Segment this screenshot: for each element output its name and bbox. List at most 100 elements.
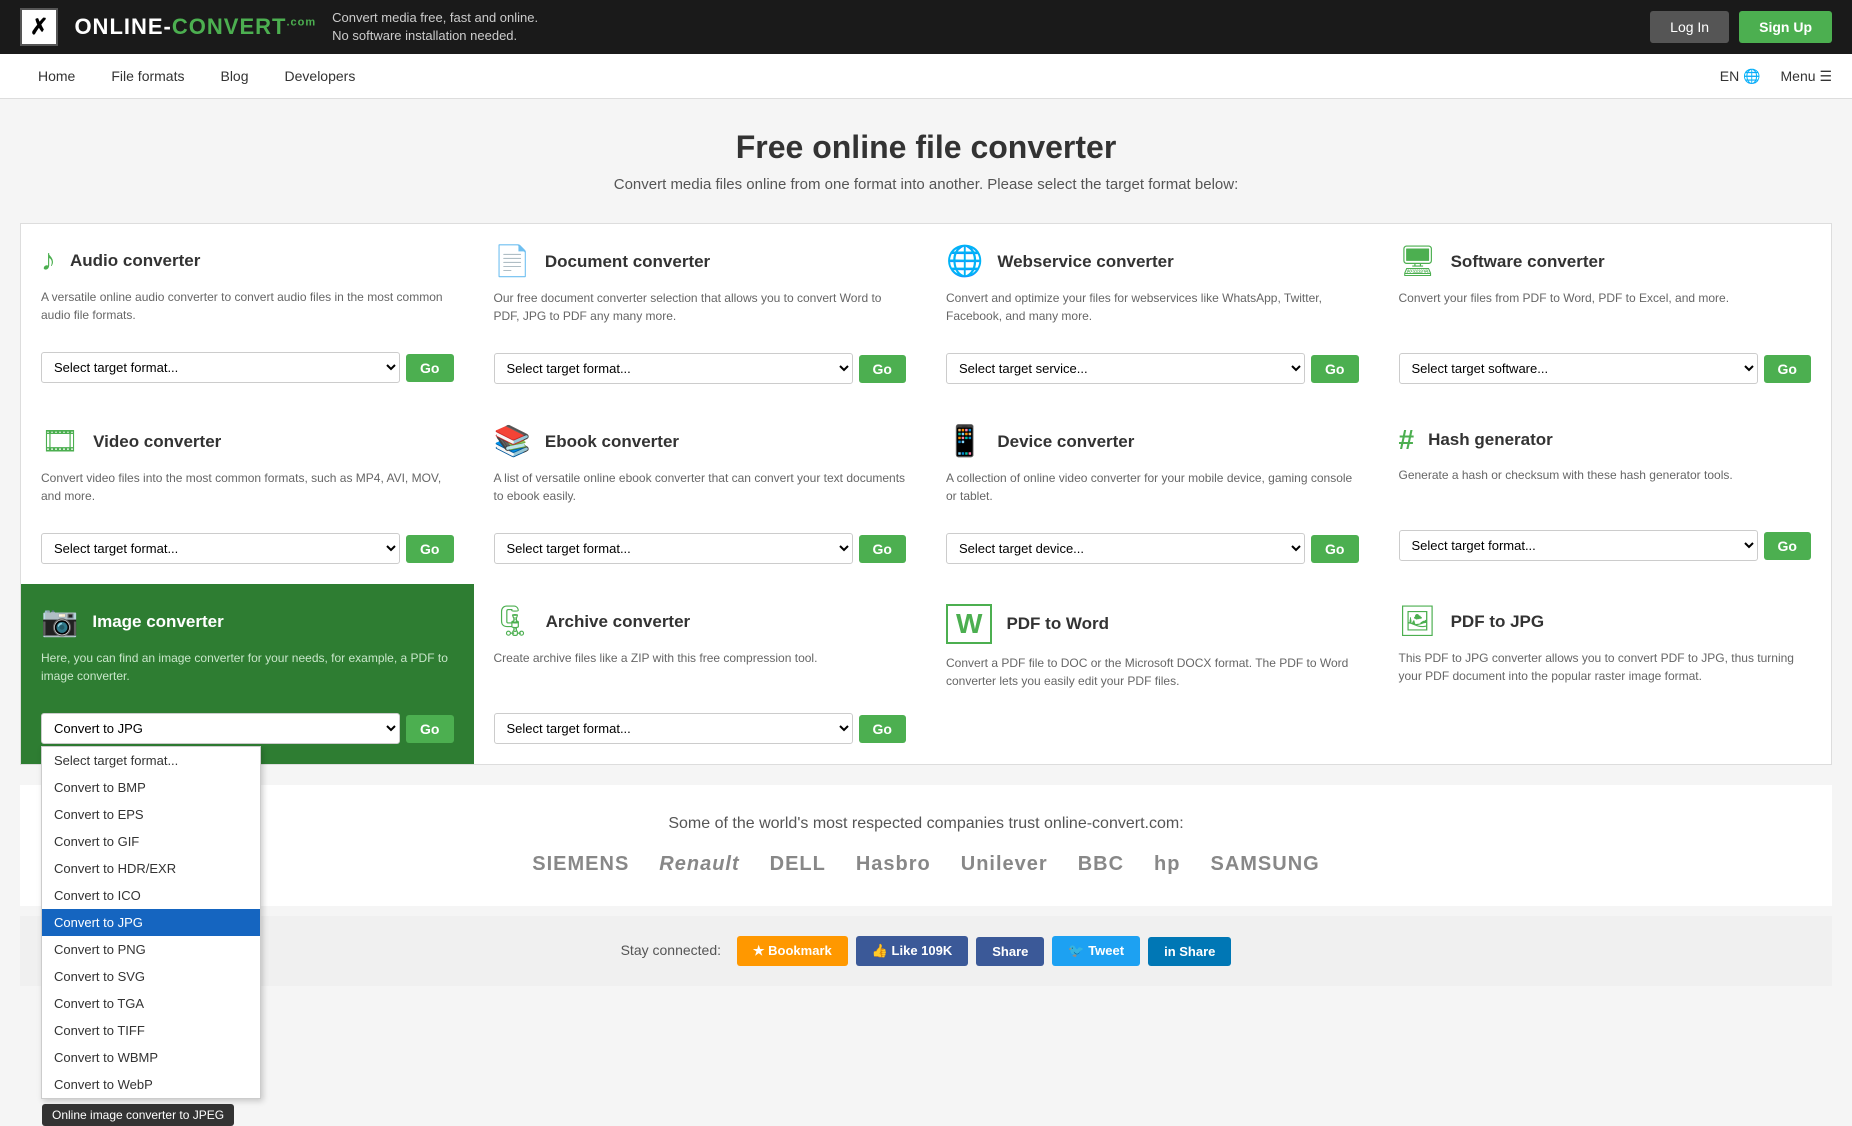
archive-icon: 🗜 bbox=[494, 604, 532, 639]
card-ebook: 📚 Ebook converter A list of versatile on… bbox=[474, 404, 927, 584]
pdf-jpg-icon: 🖼 bbox=[1399, 604, 1437, 639]
card-pdf-word: W PDF to Word Convert a PDF file to DOC … bbox=[926, 584, 1379, 764]
share-facebook-button[interactable]: Share bbox=[976, 937, 1044, 966]
image-title: Image converter bbox=[92, 612, 223, 632]
webservice-select[interactable]: Select target service... bbox=[946, 353, 1305, 384]
dropdown-item-hdr[interactable]: Convert to HDR/EXR bbox=[42, 855, 260, 882]
archive-title: Archive converter bbox=[546, 612, 691, 632]
hash-icon: # bbox=[1399, 424, 1415, 456]
login-button[interactable]: Log In bbox=[1650, 11, 1729, 43]
software-go[interactable]: Go bbox=[1764, 355, 1811, 383]
tagline-line1: Convert media free, fast and online. bbox=[332, 9, 538, 27]
menu-button[interactable]: Menu ☰ bbox=[1781, 68, 1832, 85]
software-desc: Convert your files from PDF to Word, PDF… bbox=[1399, 289, 1812, 339]
hash-select[interactable]: Select target format... bbox=[1399, 530, 1758, 561]
ebook-icon: 📚 bbox=[494, 424, 531, 459]
audio-title: Audio converter bbox=[70, 251, 200, 271]
pdf-word-title: PDF to Word bbox=[1006, 614, 1109, 634]
archive-controls: Select target format... Go bbox=[494, 713, 907, 744]
social-buttons: ★ Bookmark 👍 Like 109K Share 🐦 Tweet in … bbox=[737, 936, 1232, 966]
dropdown-item-eps[interactable]: Convert to EPS bbox=[42, 801, 260, 828]
brand-hasbro: Hasbro bbox=[856, 853, 931, 876]
bookmark-button[interactable]: ★ Bookmark bbox=[737, 936, 848, 966]
software-controls: Select target software... Go bbox=[1399, 353, 1812, 384]
social-label: Stay connected: bbox=[621, 942, 721, 958]
share-linkedin-button[interactable]: in Share bbox=[1148, 937, 1231, 966]
lang-text: EN bbox=[1720, 68, 1739, 84]
dropdown-item-placeholder[interactable]: Select target format... bbox=[42, 747, 260, 774]
hash-controls: Select target format... Go bbox=[1399, 530, 1812, 561]
video-title: Video converter bbox=[93, 432, 221, 452]
brand-bbc: BBC bbox=[1078, 853, 1124, 876]
trust-section: Some of the world's most respected compa… bbox=[20, 785, 1832, 906]
dropdown-item-ico[interactable]: Convert to ICO bbox=[42, 882, 260, 909]
nav-file-formats[interactable]: File formats bbox=[93, 54, 202, 98]
logo-box: ✗ bbox=[20, 8, 58, 46]
ebook-select[interactable]: Select target format... bbox=[494, 533, 853, 564]
device-desc: A collection of online video converter f… bbox=[946, 469, 1359, 519]
dropdown-item-wbmp[interactable]: Convert to WBMP bbox=[42, 1044, 260, 1071]
card-ebook-header: 📚 Ebook converter bbox=[494, 424, 907, 459]
hash-desc: Generate a hash or checksum with these h… bbox=[1399, 466, 1812, 516]
card-audio-header: ♪ Audio converter bbox=[41, 244, 454, 278]
image-format-select[interactable]: Select target format... Convert to BMP C… bbox=[41, 713, 400, 744]
pdf-jpg-title: PDF to JPG bbox=[1451, 612, 1545, 632]
dropdown-item-tiff[interactable]: Convert to TIFF bbox=[42, 1017, 260, 1044]
pdf-word-icon: W bbox=[946, 604, 992, 644]
document-go[interactable]: Go bbox=[859, 355, 906, 383]
card-archive-header: 🗜 Archive converter bbox=[494, 604, 907, 639]
card-pdf-jpg: 🖼 PDF to JPG This PDF to JPG converter a… bbox=[1379, 584, 1832, 764]
ebook-controls: Select target format... Go bbox=[494, 533, 907, 564]
card-document: 📄 Document converter Our free document c… bbox=[474, 224, 927, 404]
card-image: 📷 Image converter Here, you can find an … bbox=[21, 584, 474, 764]
webservice-desc: Convert and optimize your files for webs… bbox=[946, 289, 1359, 339]
document-title: Document converter bbox=[545, 252, 710, 272]
header: ✗ ONLINE-CONVERT.com Convert media free,… bbox=[0, 0, 1852, 54]
device-select[interactable]: Select target device... bbox=[946, 533, 1305, 564]
image-desc: Here, you can find an image converter fo… bbox=[41, 649, 454, 699]
logo-icon: ✗ bbox=[30, 14, 48, 40]
software-icon: 🖥 bbox=[1399, 244, 1437, 279]
brand-hp: hp bbox=[1154, 853, 1180, 876]
pdf-word-desc: Convert a PDF file to DOC or the Microso… bbox=[946, 654, 1359, 704]
card-hash-header: # Hash generator bbox=[1399, 424, 1812, 456]
dropdown-item-tga[interactable]: Convert to TGA bbox=[42, 990, 260, 1017]
page-title: Free online file converter bbox=[20, 129, 1832, 166]
dropdown-item-gif[interactable]: Convert to GIF bbox=[42, 828, 260, 855]
nav-left: Home File formats Blog Developers bbox=[20, 54, 373, 98]
lang-selector[interactable]: EN 🌐 bbox=[1720, 68, 1761, 85]
tweet-button[interactable]: 🐦 Tweet bbox=[1052, 936, 1140, 966]
like-button[interactable]: 👍 Like 109K bbox=[856, 936, 969, 966]
signup-button[interactable]: Sign Up bbox=[1739, 11, 1832, 43]
webservice-go[interactable]: Go bbox=[1311, 355, 1358, 383]
dropdown-item-svg[interactable]: Convert to SVG bbox=[42, 963, 260, 990]
brand-siemens: SIEMENS bbox=[532, 853, 629, 876]
card-audio: ♪ Audio converter A versatile online aud… bbox=[21, 224, 474, 404]
video-select[interactable]: Select target format... bbox=[41, 533, 400, 564]
card-hash: # Hash generator Generate a hash or chec… bbox=[1379, 404, 1832, 584]
nav-home[interactable]: Home bbox=[20, 54, 93, 98]
dropdown-item-png[interactable]: Convert to PNG bbox=[42, 936, 260, 963]
archive-go[interactable]: Go bbox=[859, 715, 906, 743]
dropdown-item-bmp[interactable]: Convert to BMP bbox=[42, 774, 260, 801]
card-image-header: 📷 Image converter bbox=[41, 604, 454, 639]
nav-developers[interactable]: Developers bbox=[267, 54, 374, 98]
dropdown-item-webp[interactable]: Convert to WebP bbox=[42, 1071, 260, 1098]
image-go[interactable]: Go bbox=[406, 715, 453, 743]
document-select[interactable]: Select target format... bbox=[494, 353, 853, 384]
device-go[interactable]: Go bbox=[1311, 535, 1358, 563]
audio-go[interactable]: Go bbox=[406, 354, 453, 382]
nav-blog[interactable]: Blog bbox=[202, 54, 266, 98]
archive-select[interactable]: Select target format... bbox=[494, 713, 853, 744]
document-icon: 📄 bbox=[494, 244, 531, 279]
main-content: Free online file converter Convert media… bbox=[0, 99, 1852, 1006]
card-webservice-header: 🌐 Webservice converter bbox=[946, 244, 1359, 279]
audio-select[interactable]: Select target format... bbox=[41, 352, 400, 383]
video-go[interactable]: Go bbox=[406, 535, 453, 563]
ebook-go[interactable]: Go bbox=[859, 535, 906, 563]
webservice-controls: Select target service... Go bbox=[946, 353, 1359, 384]
hash-go[interactable]: Go bbox=[1764, 532, 1811, 560]
tagline-line2: No software installation needed. bbox=[332, 27, 538, 45]
software-select[interactable]: Select target software... bbox=[1399, 353, 1758, 384]
tagline: Convert media free, fast and online. No … bbox=[332, 9, 538, 45]
